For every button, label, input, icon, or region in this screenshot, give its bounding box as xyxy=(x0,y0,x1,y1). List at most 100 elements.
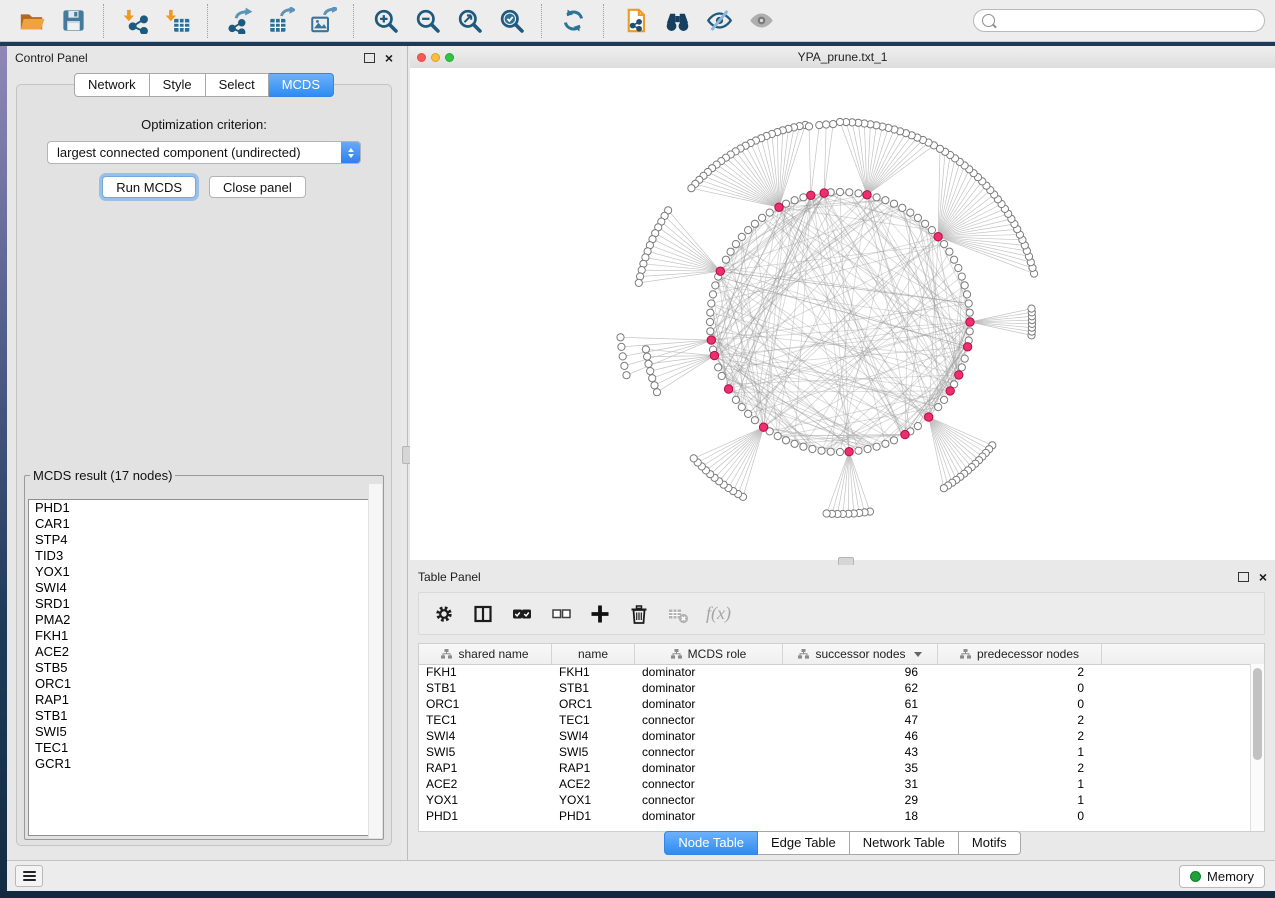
cell-MCDS-role[interactable]: dominator xyxy=(635,696,783,712)
column-header-predecessor-nodes[interactable]: predecessor nodes xyxy=(938,644,1102,664)
leaf-nodes[interactable] xyxy=(617,118,1038,517)
table-row[interactable]: SWI4SWI4dominator462 xyxy=(419,728,1251,744)
cell-name[interactable]: ACE2 xyxy=(552,776,635,792)
cell-shared-name[interactable]: TEC1 xyxy=(419,712,552,728)
mcds-node-item[interactable]: STB5 xyxy=(29,660,379,676)
task-history-button[interactable] xyxy=(15,865,43,887)
cell-name[interactable]: TEC1 xyxy=(552,712,635,728)
column-header-shared-name[interactable]: shared name xyxy=(419,644,552,664)
mcds-node-item[interactable]: TID3 xyxy=(29,548,379,564)
cell-predecessor-nodes[interactable]: 2 xyxy=(938,728,1102,744)
zoom-in-button[interactable] xyxy=(364,3,406,39)
delete-table-button[interactable] xyxy=(667,603,689,625)
import-table-button[interactable] xyxy=(156,3,198,39)
tab-network-table[interactable]: Network Table xyxy=(850,831,959,855)
cell-predecessor-nodes[interactable]: 1 xyxy=(938,744,1102,760)
cell-MCDS-role[interactable]: dominator xyxy=(635,728,783,744)
cell-name[interactable]: STB1 xyxy=(552,680,635,696)
export-network-button[interactable] xyxy=(218,3,260,39)
mcds-node-item[interactable]: FKH1 xyxy=(29,628,379,644)
memory-button[interactable]: Memory xyxy=(1179,865,1265,888)
cell-MCDS-role[interactable]: connector xyxy=(635,776,783,792)
mcds-node-item[interactable]: RAP1 xyxy=(29,692,379,708)
zoom-fit-button[interactable] xyxy=(448,3,490,39)
cell-MCDS-role[interactable]: connector xyxy=(635,744,783,760)
share-document-button[interactable] xyxy=(614,3,656,39)
cell-shared-name[interactable]: SWI4 xyxy=(419,728,552,744)
scrollbar-thumb[interactable] xyxy=(1253,668,1262,760)
mcds-node-item[interactable]: STP4 xyxy=(29,532,379,548)
table-row[interactable]: ORC1ORC1dominator610 xyxy=(419,696,1251,712)
refresh-view-button[interactable] xyxy=(552,3,594,39)
float-panel-icon[interactable] xyxy=(364,53,375,63)
cell-MCDS-role[interactable]: dominator xyxy=(635,808,783,824)
cell-shared-name[interactable]: FKH1 xyxy=(419,664,552,680)
float-panel-icon[interactable] xyxy=(1238,572,1249,582)
mcds-node-item[interactable]: SWI5 xyxy=(29,724,379,740)
cell-shared-name[interactable]: ORC1 xyxy=(419,696,552,712)
cell-predecessor-nodes[interactable]: 1 xyxy=(938,792,1102,808)
cell-successor-nodes[interactable]: 35 xyxy=(783,760,938,776)
tab-mcds[interactable]: MCDS xyxy=(269,73,334,97)
cell-name[interactable]: FKH1 xyxy=(552,664,635,680)
mcds-node-item[interactable]: CAR1 xyxy=(29,516,379,532)
show-hide-panels-button[interactable] xyxy=(698,3,740,39)
column-header-successor-nodes[interactable]: successor nodes xyxy=(783,644,938,664)
cell-shared-name[interactable]: SWI5 xyxy=(419,744,552,760)
mcds-node-item[interactable]: SWI4 xyxy=(29,580,379,596)
cell-MCDS-role[interactable]: dominator xyxy=(635,760,783,776)
close-panel-icon[interactable]: × xyxy=(385,53,393,63)
table-row[interactable]: YOX1YOX1connector291 xyxy=(419,792,1251,808)
cell-name[interactable]: SWI4 xyxy=(552,728,635,744)
cell-successor-nodes[interactable]: 43 xyxy=(783,744,938,760)
network-graph[interactable] xyxy=(410,68,1275,560)
cell-predecessor-nodes[interactable]: 2 xyxy=(938,712,1102,728)
tab-select[interactable]: Select xyxy=(206,73,269,97)
split-view-button[interactable] xyxy=(472,603,494,625)
table-row[interactable]: SWI5SWI5connector431 xyxy=(419,744,1251,760)
export-table-button[interactable] xyxy=(260,3,302,39)
deselect-all-button[interactable] xyxy=(550,603,572,625)
tab-node-table[interactable]: Node Table xyxy=(664,831,758,855)
delete-column-button[interactable] xyxy=(628,603,650,625)
vertical-splitter[interactable] xyxy=(401,46,410,860)
cell-shared-name[interactable]: PHD1 xyxy=(419,808,552,824)
column-header-name[interactable]: name xyxy=(552,644,635,664)
run-mcds-button[interactable]: Run MCDS xyxy=(102,176,196,198)
add-column-button[interactable] xyxy=(589,603,611,625)
export-image-button[interactable] xyxy=(302,3,344,39)
cell-name[interactable]: PHD1 xyxy=(552,808,635,824)
tab-edge-table[interactable]: Edge Table xyxy=(758,831,850,855)
cell-predecessor-nodes[interactable]: 1 xyxy=(938,776,1102,792)
cell-shared-name[interactable]: STB1 xyxy=(419,680,552,696)
mcds-node-item[interactable]: ACE2 xyxy=(29,644,379,660)
cell-name[interactable]: YOX1 xyxy=(552,792,635,808)
mcds-node-item[interactable]: TEC1 xyxy=(29,740,379,756)
cell-successor-nodes[interactable]: 62 xyxy=(783,680,938,696)
toggle-view-button[interactable] xyxy=(740,3,782,39)
table-row[interactable]: RAP1RAP1dominator352 xyxy=(419,760,1251,776)
cell-MCDS-role[interactable]: dominator xyxy=(635,664,783,680)
function-builder-button[interactable]: f(x) xyxy=(706,603,731,625)
cell-successor-nodes[interactable]: 47 xyxy=(783,712,938,728)
mcds-node-item[interactable]: SRD1 xyxy=(29,596,379,612)
cell-predecessor-nodes[interactable]: 0 xyxy=(938,680,1102,696)
table-row[interactable]: ACE2ACE2connector311 xyxy=(419,776,1251,792)
mcds-node-item[interactable]: PMA2 xyxy=(29,612,379,628)
open-session-button[interactable] xyxy=(10,3,52,39)
find-button[interactable] xyxy=(656,3,698,39)
cell-successor-nodes[interactable]: 18 xyxy=(783,808,938,824)
cell-MCDS-role[interactable]: connector xyxy=(635,792,783,808)
mcds-node-item[interactable]: GCR1 xyxy=(29,756,379,772)
cell-MCDS-role[interactable]: dominator xyxy=(635,680,783,696)
cell-successor-nodes[interactable]: 96 xyxy=(783,664,938,680)
tab-style[interactable]: Style xyxy=(150,73,206,97)
zoom-out-button[interactable] xyxy=(406,3,448,39)
cell-predecessor-nodes[interactable]: 0 xyxy=(938,696,1102,712)
cell-successor-nodes[interactable]: 31 xyxy=(783,776,938,792)
close-panel-icon[interactable]: × xyxy=(1259,572,1267,582)
cell-name[interactable]: SWI5 xyxy=(552,744,635,760)
column-settings-button[interactable] xyxy=(433,603,455,625)
mcds-node-item[interactable]: STB1 xyxy=(29,708,379,724)
cell-predecessor-nodes[interactable]: 2 xyxy=(938,664,1102,680)
